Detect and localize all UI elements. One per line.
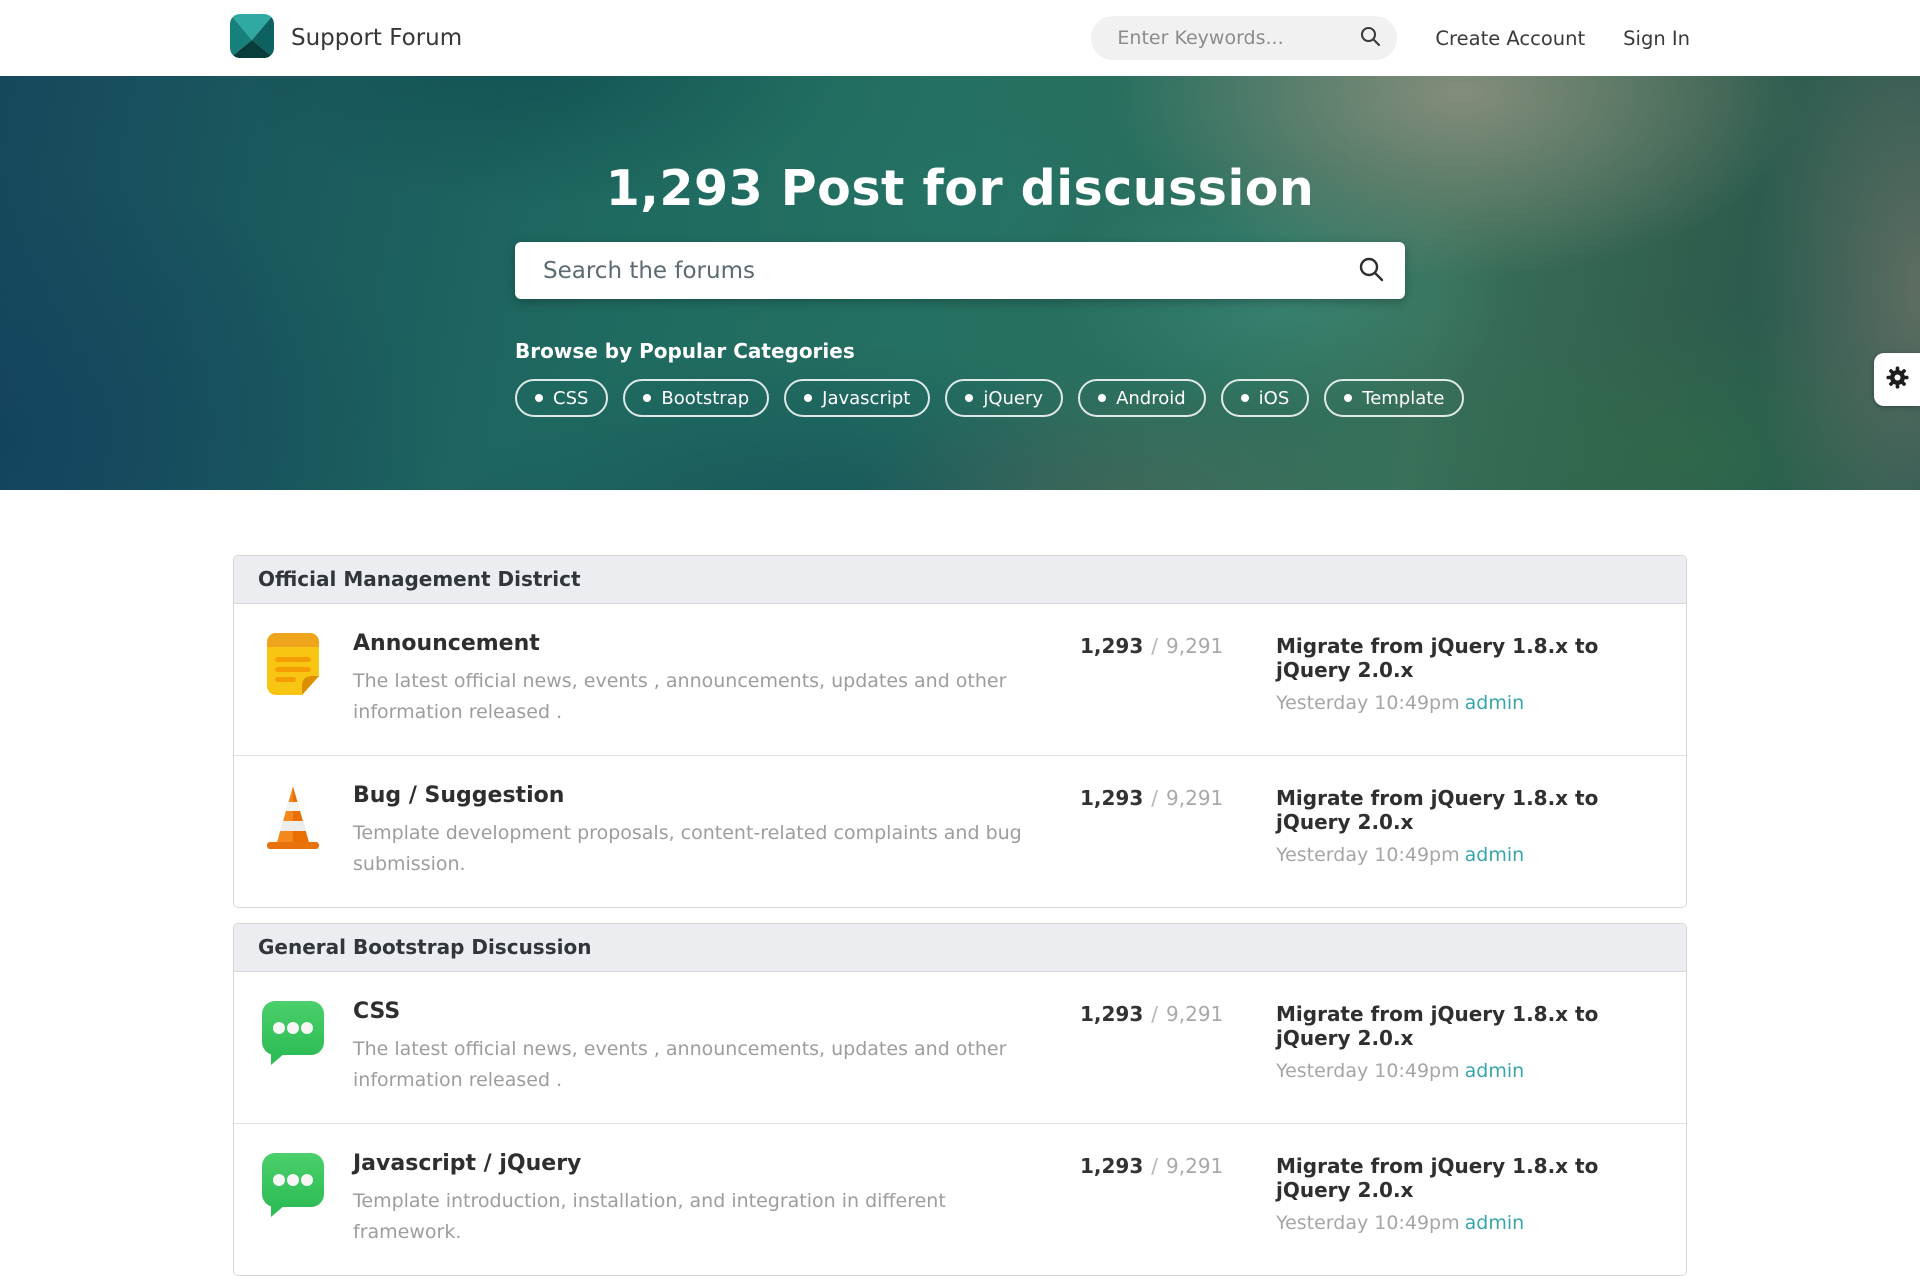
section-header: Official Management District bbox=[234, 556, 1686, 604]
forum-row[interactable]: CSS The latest official news, events , a… bbox=[234, 972, 1686, 1123]
hero-banner: 1,293 Post for discussion Browse by Popu… bbox=[0, 76, 1920, 490]
latest-post-time: Yesterday 10:49pm bbox=[1276, 844, 1460, 866]
section-title: General Bootstrap Discussion bbox=[258, 935, 591, 959]
stats-separator: / bbox=[1151, 1002, 1158, 1026]
forum-section: General Bootstrap Discussion CSS The lat… bbox=[233, 923, 1687, 1276]
forum-title-link[interactable]: Javascript / jQuery bbox=[353, 1151, 1080, 1176]
category-pill[interactable]: iOS bbox=[1221, 379, 1310, 417]
category-pill-label: CSS bbox=[553, 388, 588, 409]
latest-post-title[interactable]: Migrate from jQuery 1.8.x to jQuery 2.0.… bbox=[1276, 634, 1662, 682]
category-pill[interactable]: Template bbox=[1324, 379, 1464, 417]
forum-section: Official Management District Announcemen… bbox=[233, 555, 1687, 908]
category-pill[interactable]: Javascript bbox=[784, 379, 930, 417]
settings-gear-button[interactable] bbox=[1874, 353, 1920, 406]
chat-icon bbox=[258, 1149, 328, 1219]
bullet-icon bbox=[965, 394, 973, 402]
sign-in-link[interactable]: Sign In bbox=[1623, 27, 1690, 50]
category-pill-label: Android bbox=[1116, 388, 1186, 409]
forum-search[interactable] bbox=[515, 242, 1405, 299]
latest-post-time: Yesterday 10:49pm bbox=[1276, 692, 1460, 714]
category-pills: CSSBootstrapJavascriptjQueryAndroidiOSTe… bbox=[515, 379, 1405, 417]
latest-post-author[interactable]: admin bbox=[1465, 692, 1525, 714]
create-account-link[interactable]: Create Account bbox=[1435, 27, 1585, 50]
posts-count: 1,293 bbox=[1080, 634, 1143, 658]
forum-stats: 1,293 / 9,291 bbox=[1080, 781, 1276, 880]
posts-count: 1,293 bbox=[1080, 1002, 1143, 1026]
forum-stats: 1,293 / 9,291 bbox=[1080, 997, 1276, 1096]
section-header: General Bootstrap Discussion bbox=[234, 924, 1686, 972]
stats-separator: / bbox=[1151, 786, 1158, 810]
bullet-icon bbox=[804, 394, 812, 402]
forum-description: The latest official news, events , annou… bbox=[353, 1034, 1023, 1096]
posts-count: 1,293 bbox=[1080, 786, 1143, 810]
latest-post-author[interactable]: admin bbox=[1465, 844, 1525, 866]
forum-stats: 1,293 / 9,291 bbox=[1080, 629, 1276, 728]
category-pill-label: jQuery bbox=[983, 388, 1043, 409]
latest-post-title[interactable]: Migrate from jQuery 1.8.x to jQuery 2.0.… bbox=[1276, 1002, 1662, 1050]
latest-post-title[interactable]: Migrate from jQuery 1.8.x to jQuery 2.0.… bbox=[1276, 1154, 1662, 1202]
category-pill[interactable]: Bootstrap bbox=[623, 379, 769, 417]
forum-title-link[interactable]: CSS bbox=[353, 999, 1080, 1024]
stats-separator: / bbox=[1151, 634, 1158, 658]
category-pill[interactable]: CSS bbox=[515, 379, 608, 417]
note-icon bbox=[258, 629, 328, 699]
total-count: 9,291 bbox=[1166, 786, 1223, 810]
latest-post-time: Yesterday 10:49pm bbox=[1276, 1212, 1460, 1234]
forum-search-input[interactable] bbox=[541, 257, 1357, 285]
forum-title-link[interactable]: Announcement bbox=[353, 631, 1080, 656]
latest-post-author[interactable]: admin bbox=[1465, 1060, 1525, 1082]
forum-row[interactable]: Bug / Suggestion Template development pr… bbox=[234, 755, 1686, 907]
hero-title: 1,293 Post for discussion bbox=[515, 158, 1405, 220]
latest-post-author[interactable]: admin bbox=[1465, 1212, 1525, 1234]
category-pill-label: iOS bbox=[1259, 388, 1290, 409]
bullet-icon bbox=[1241, 394, 1249, 402]
chat-icon bbox=[258, 997, 328, 1067]
brand-title: Support Forum bbox=[291, 25, 462, 51]
forum-description: Template introduction, installation, and… bbox=[353, 1186, 1023, 1248]
posts-count: 1,293 bbox=[1080, 1154, 1143, 1178]
bullet-icon bbox=[535, 394, 543, 402]
total-count: 9,291 bbox=[1166, 634, 1223, 658]
category-pill[interactable]: Android bbox=[1078, 379, 1206, 417]
brand[interactable]: Support Forum bbox=[230, 14, 462, 62]
bullet-icon bbox=[643, 394, 651, 402]
bullet-icon bbox=[1098, 394, 1106, 402]
forum-row[interactable]: Javascript / jQuery Template introductio… bbox=[234, 1123, 1686, 1275]
forum-sections: Official Management District Announcemen… bbox=[233, 555, 1687, 1276]
latest-post-time: Yesterday 10:49pm bbox=[1276, 1060, 1460, 1082]
search-icon[interactable] bbox=[1357, 255, 1385, 287]
latest-post-title[interactable]: Migrate from jQuery 1.8.x to jQuery 2.0.… bbox=[1276, 786, 1662, 834]
forum-row[interactable]: Announcement The latest official news, e… bbox=[234, 604, 1686, 755]
forum-title-link[interactable]: Bug / Suggestion bbox=[353, 783, 1080, 808]
forum-description: Template development proposals, content-… bbox=[353, 818, 1023, 880]
latest-post: Migrate from jQuery 1.8.x to jQuery 2.0.… bbox=[1276, 1149, 1662, 1248]
category-pill-label: Bootstrap bbox=[661, 388, 749, 409]
latest-post: Migrate from jQuery 1.8.x to jQuery 2.0.… bbox=[1276, 629, 1662, 728]
total-count: 9,291 bbox=[1166, 1154, 1223, 1178]
top-navbar: Support Forum Create Account Sign In bbox=[0, 0, 1920, 76]
cone-icon bbox=[258, 781, 328, 851]
forum-logo-icon bbox=[230, 14, 274, 62]
total-count: 9,291 bbox=[1166, 1002, 1223, 1026]
latest-post: Migrate from jQuery 1.8.x to jQuery 2.0.… bbox=[1276, 997, 1662, 1096]
category-pill-label: Javascript bbox=[822, 388, 910, 409]
browse-categories-label: Browse by Popular Categories bbox=[515, 339, 1405, 363]
latest-post: Migrate from jQuery 1.8.x to jQuery 2.0.… bbox=[1276, 781, 1662, 880]
bullet-icon bbox=[1344, 394, 1352, 402]
category-pill[interactable]: jQuery bbox=[945, 379, 1063, 417]
navbar-search[interactable] bbox=[1091, 16, 1397, 60]
forum-stats: 1,293 / 9,291 bbox=[1080, 1149, 1276, 1248]
section-title: Official Management District bbox=[258, 567, 581, 591]
search-icon[interactable] bbox=[1359, 25, 1381, 51]
navbar-search-input[interactable] bbox=[1115, 26, 1359, 50]
gear-icon bbox=[1884, 364, 1911, 395]
category-pill-label: Template bbox=[1362, 388, 1444, 409]
forum-description: The latest official news, events , annou… bbox=[353, 666, 1023, 728]
stats-separator: / bbox=[1151, 1154, 1158, 1178]
